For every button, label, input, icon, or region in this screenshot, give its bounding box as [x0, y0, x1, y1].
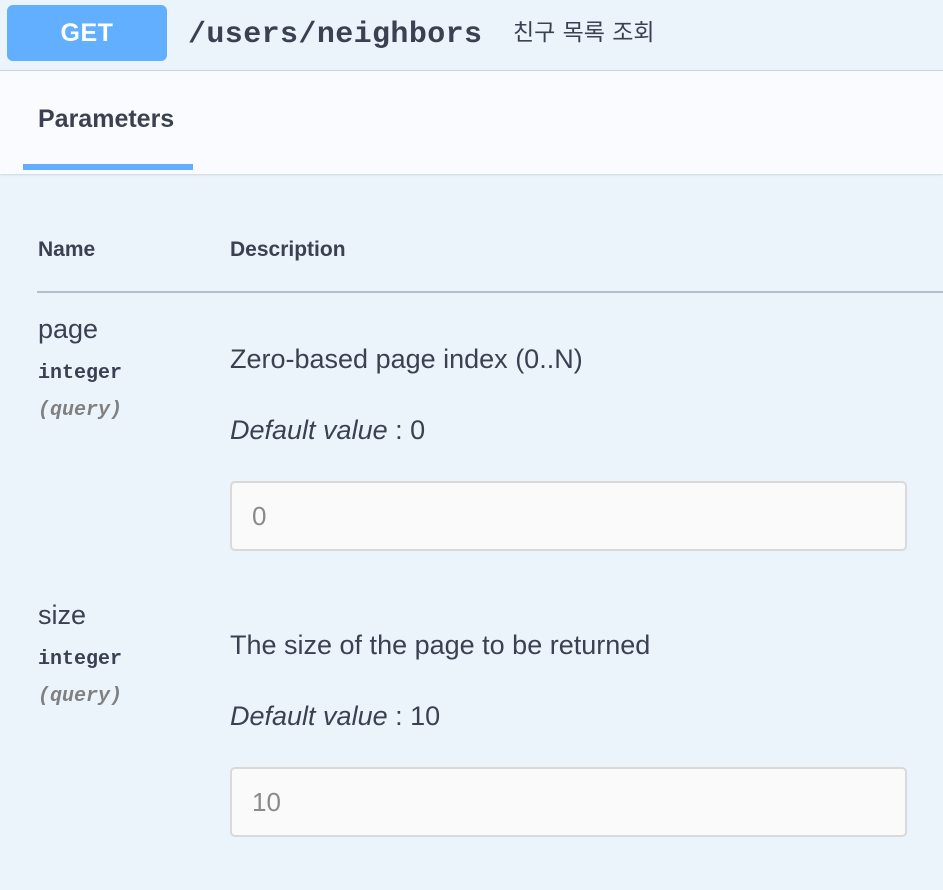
default-value: 10 — [410, 701, 441, 731]
header-divider — [37, 291, 943, 293]
size-input[interactable] — [230, 767, 907, 837]
parameter-type: integer — [38, 362, 123, 385]
operation-path: /users/neighbors — [188, 18, 483, 52]
parameter-default: Default value : 10 — [230, 701, 440, 732]
tab-bar: Parameters — [0, 71, 943, 174]
operation-header[interactable]: GET /users/neighbors 친구 목록 조회 — [0, 0, 943, 71]
parameter-location: (query) — [38, 685, 123, 708]
description-column-header: Description — [230, 238, 346, 261]
default-value: 0 — [410, 415, 426, 445]
parameter-row-page: page integer (query) Zero-based page ind… — [0, 314, 943, 604]
parameter-name: page — [38, 314, 99, 344]
parameter-description: The size of the page to be returned — [230, 630, 651, 660]
default-value-separator: : — [387, 415, 411, 445]
parameter-type: integer — [38, 648, 123, 671]
active-tab-indicator — [23, 164, 193, 170]
parameter-row-size: size integer (query) The size of the pag… — [0, 600, 943, 890]
parameter-description: Zero-based page index (0..N) — [230, 344, 583, 374]
parameter-default: Default value : 0 — [230, 415, 425, 446]
name-column-header: Name — [38, 238, 96, 261]
parameter-location: (query) — [38, 399, 123, 422]
default-value-label: Default value — [230, 415, 388, 445]
default-value-separator: : — [387, 701, 411, 731]
page-input[interactable] — [230, 481, 907, 551]
tab-parameters[interactable]: Parameters — [23, 71, 193, 170]
tab-parameters-label: Parameters — [38, 105, 175, 133]
parameter-name: size — [38, 600, 87, 630]
method-badge: GET — [7, 5, 167, 61]
default-value-label: Default value — [230, 701, 388, 731]
operation-summary: 친구 목록 조회 — [513, 20, 655, 46]
